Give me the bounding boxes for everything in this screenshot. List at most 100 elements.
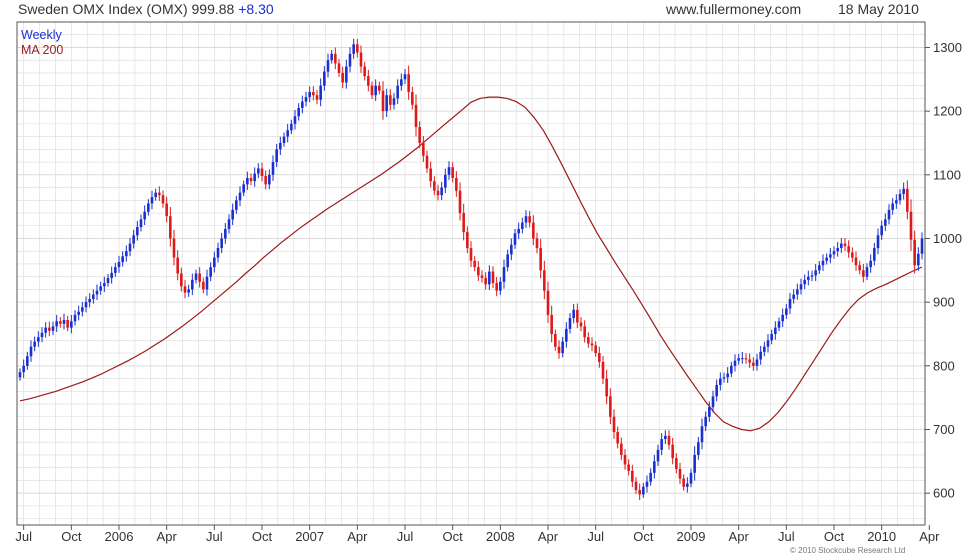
candle-body [737,358,740,361]
candle-body [836,248,839,252]
candle-body [356,44,359,53]
candle-body [268,174,271,185]
candle-body [781,314,784,322]
weekly-candle [810,270,814,281]
candle-body [792,294,795,299]
weekly-candle [220,232,223,254]
weekly-candle [48,321,51,337]
weekly-candle [51,321,55,336]
candle-body [590,343,594,346]
x-tick-label: Oct [252,529,273,544]
candle-body [66,319,69,328]
weekly-candle [488,265,491,291]
candle-body [345,66,348,83]
candle-body [158,192,161,196]
candle-body [818,265,821,271]
weekly-candle [330,49,333,64]
weekly-candle [554,329,557,351]
weekly-candle [84,296,88,313]
x-tick-label: 2007 [295,529,324,544]
candle-body [194,273,198,280]
candle-body [502,267,506,282]
candle-body [205,276,209,290]
weekly-candle [491,266,495,288]
candle-body [209,267,212,277]
candle-body [88,298,91,303]
weekly-candle [458,182,462,221]
candle-body [902,188,905,194]
candle-body [202,281,205,290]
weekly-candle [755,353,759,371]
weekly-candle [601,355,605,385]
candle-body [524,216,528,223]
candle-body [583,326,586,338]
weekly-candle [70,314,73,334]
x-tick-label: 2010 [867,529,896,544]
x-tick-label: Oct [633,529,654,544]
weekly-candle [378,81,381,95]
weekly-candle [348,47,352,73]
candle-body [847,246,850,253]
weekly-candle [913,230,916,274]
y-tick-label: 900 [933,295,955,310]
weekly-candle [506,249,509,272]
candle-body [506,254,509,268]
candle-body [660,439,663,450]
candle-body [290,123,293,131]
candle-body [785,308,788,315]
weekly-candle [550,305,553,343]
candle-body [906,188,909,212]
candle-body [550,314,553,334]
grid-lines [17,21,925,525]
candle-body [678,468,682,479]
candle-body [282,136,286,143]
candle-body [169,216,172,239]
weekly-candle [543,260,546,300]
candle-body [532,222,535,239]
candle-body [876,235,880,249]
y-tick-label: 1200 [933,104,962,119]
weekly-candle [565,322,568,348]
candle-body [381,90,385,112]
candle-body [271,162,275,175]
candle-body [323,71,326,86]
candle-body [73,314,77,322]
candle-body [865,267,869,277]
weekly-candle [279,136,282,156]
candle-body [862,270,865,277]
candle-body [161,195,165,204]
candle-body [667,435,671,445]
candle-body [286,130,289,137]
candle-body [172,238,176,258]
y-axis: 600 700 800 900 1000 1100 1200 1300 [925,40,962,501]
candle-body [719,378,722,385]
weekly-candle [792,289,795,304]
candle-body [634,481,638,490]
candle-body [700,426,704,443]
weekly-candle [920,232,924,260]
weekly-candle [645,475,649,493]
candle-body [774,327,777,334]
weekly-candle [579,317,583,332]
candle-body [543,270,546,291]
weekly-candle [876,228,880,255]
weekly-candle [194,269,198,284]
weekly-candle [733,354,737,372]
candle-body [814,270,817,276]
candle-body [521,222,524,229]
candle-body [304,97,308,102]
candle-body [796,289,799,295]
candle-body [429,168,432,182]
candle-body [546,290,550,315]
candle-body [473,260,476,268]
y-tick-label: 1100 [933,167,961,182]
candle-body [730,365,733,374]
weekly-candle [187,284,190,297]
candle-body [829,254,832,258]
candle-body [810,275,814,277]
candle-body [359,52,363,67]
weekly-candle [854,251,858,271]
candle-body [517,228,520,234]
candle-body [447,167,451,175]
candle-body [392,98,396,105]
